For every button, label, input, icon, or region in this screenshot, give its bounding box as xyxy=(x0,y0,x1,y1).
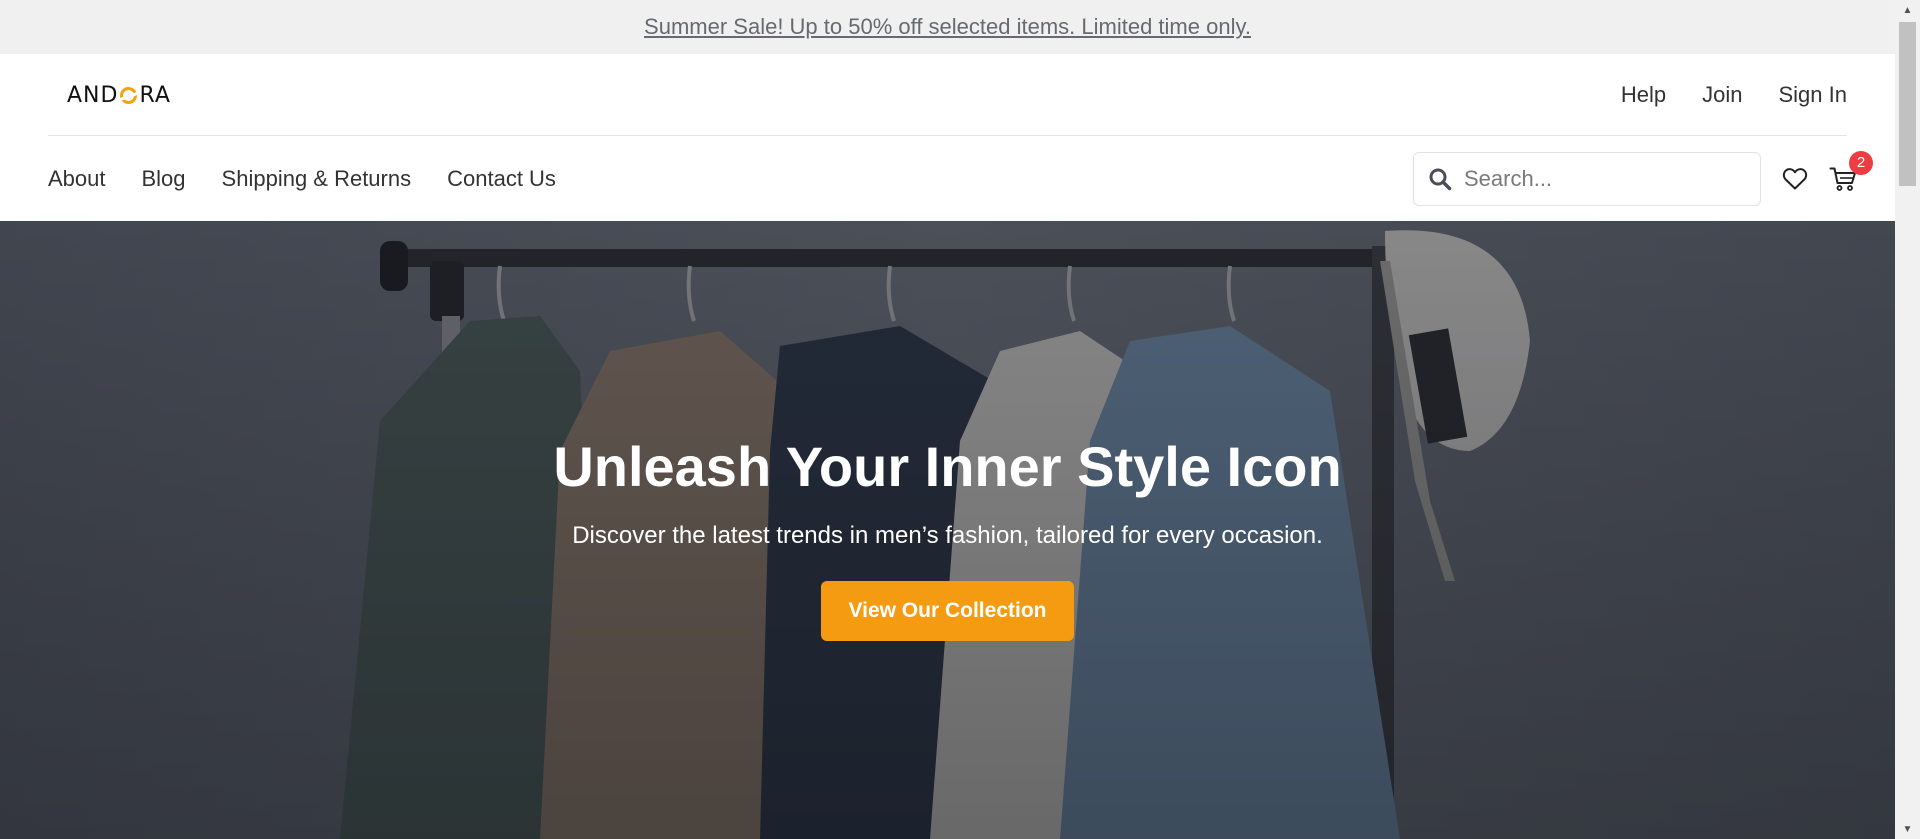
search-input[interactable] xyxy=(1462,164,1742,193)
nav-item-blog[interactable]: Blog xyxy=(142,166,186,192)
nav-item-shipping-returns[interactable]: Shipping & Returns xyxy=(222,166,412,192)
join-link[interactable]: Join xyxy=(1702,82,1742,108)
hero-title: Unleash Your Inner Style Icon xyxy=(553,435,1342,498)
sign-in-link[interactable]: Sign In xyxy=(1779,82,1848,108)
search-box xyxy=(1413,151,1761,206)
page: Summer Sale! Up to 50% off selected item… xyxy=(0,0,1920,839)
heart-icon xyxy=(1782,167,1808,191)
nav-item-contact-us[interactable]: Contact Us xyxy=(447,166,556,192)
help-link[interactable]: Help xyxy=(1621,82,1666,108)
cart-button[interactable]: 2 xyxy=(1827,150,1873,195)
wishlist-button[interactable] xyxy=(1779,163,1811,195)
hero-banner: Unleash Your Inner Style Icon Discover t… xyxy=(0,221,1895,839)
hero-content: Unleash Your Inner Style Icon Discover t… xyxy=(0,439,1895,641)
brand-logo[interactable]: AND RA xyxy=(67,83,171,108)
nav-tools: 2 xyxy=(1413,150,1873,206)
main-nav: About Blog Shipping & Returns Contact Us xyxy=(48,166,592,192)
scrollbar-thumb[interactable] xyxy=(1899,22,1916,186)
logo-o-mark xyxy=(118,84,140,106)
hero-subtitle: Discover the latest trends in men’s fash… xyxy=(572,522,1323,549)
nav-row: About Blog Shipping & Returns Contact Us xyxy=(0,136,1895,221)
scroll-down-arrow-icon[interactable]: ▼ xyxy=(1895,819,1920,839)
top-header: AND RA Help Join Sign In xyxy=(0,54,1895,136)
announcement-link[interactable]: Summer Sale! Up to 50% off selected item… xyxy=(644,14,1251,40)
search-icon[interactable] xyxy=(1428,167,1452,191)
view-collection-button[interactable]: View Our Collection xyxy=(820,581,1075,641)
logo-text-left: AND xyxy=(67,82,119,108)
announcement-bar: Summer Sale! Up to 50% off selected item… xyxy=(0,0,1895,54)
page-scrollbar[interactable]: ▲ ▼ xyxy=(1895,0,1920,839)
page-content: Summer Sale! Up to 50% off selected item… xyxy=(0,0,1895,839)
cart-count-badge: 2 xyxy=(1849,150,1873,175)
scroll-up-arrow-icon[interactable]: ▲ xyxy=(1895,0,1920,20)
logo-text-right: RA xyxy=(139,82,171,108)
account-links: Help Join Sign In xyxy=(1585,82,1847,108)
nav-item-about[interactable]: About xyxy=(48,166,106,192)
